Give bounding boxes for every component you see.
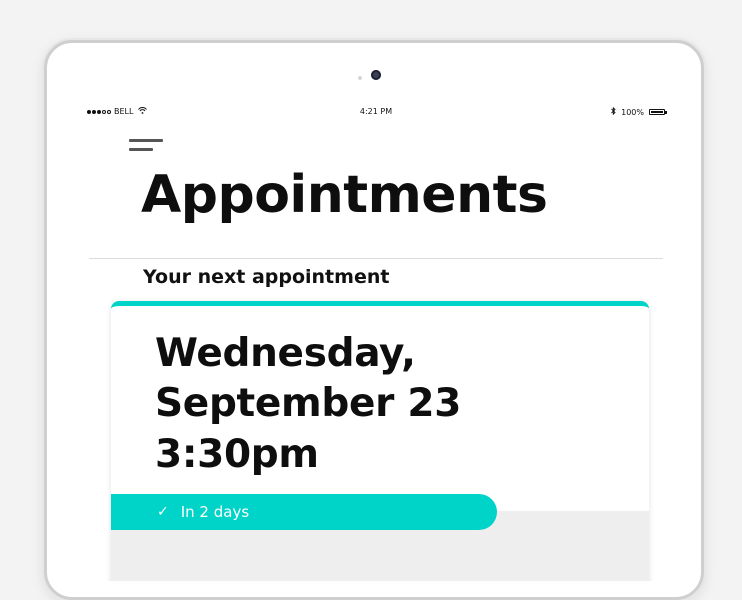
appointment-day: Wednesday, xyxy=(155,331,416,376)
countdown-badge: ✓ In 2 days xyxy=(111,494,497,530)
check-icon: ✓ xyxy=(157,504,169,520)
app-screen: BELL 4:21 PM 100% Appointments Your next… xyxy=(81,101,671,581)
tablet-device: BELL 4:21 PM 100% Appointments Your next… xyxy=(44,40,704,600)
front-camera xyxy=(371,70,381,80)
countdown-text: In 2 days xyxy=(180,503,250,521)
appointment-time: 3:30pm xyxy=(155,432,319,477)
page-title: Appointments xyxy=(141,165,548,225)
battery-icon xyxy=(649,109,667,115)
next-appointment-card[interactable]: Wednesday, September 23 3:30pm ✓ In 2 da… xyxy=(111,301,649,581)
status-bar: BELL 4:21 PM 100% xyxy=(81,106,671,121)
status-time: 4:21 PM xyxy=(359,107,393,116)
header-divider xyxy=(89,258,663,259)
menu-line xyxy=(129,139,163,142)
menu-icon[interactable] xyxy=(129,137,163,155)
battery-percent: 100% xyxy=(621,107,644,117)
appointment-date: September 23 xyxy=(155,381,462,426)
menu-line xyxy=(129,148,153,151)
next-appointment-label: Your next appointment xyxy=(143,266,390,288)
bluetooth-icon xyxy=(611,106,616,117)
status-right: 100% xyxy=(611,106,667,117)
front-sensor xyxy=(358,76,362,80)
